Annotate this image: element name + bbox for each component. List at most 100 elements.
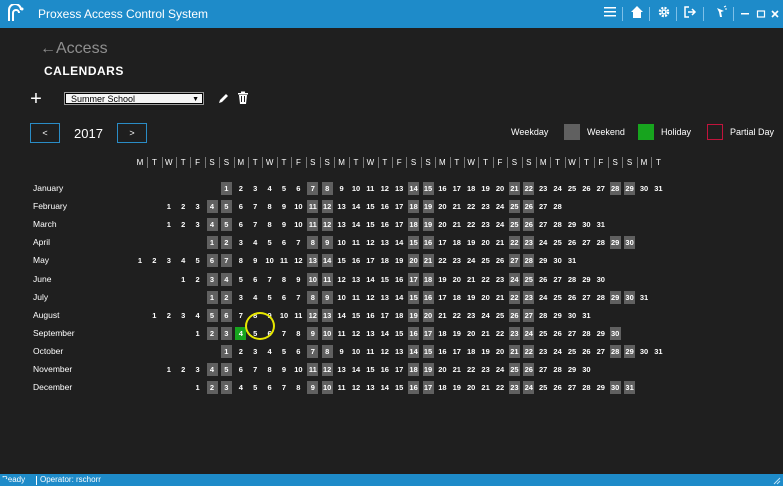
menu-icon[interactable] bbox=[601, 5, 619, 23]
day-cell[interactable]: 14 bbox=[408, 182, 420, 195]
day-cell[interactable]: 24 bbox=[495, 218, 506, 231]
day-cell[interactable]: 9 bbox=[336, 345, 347, 358]
day-cell[interactable]: 17 bbox=[394, 200, 405, 213]
day-cell[interactable]: 30 bbox=[552, 254, 563, 267]
day-cell[interactable]: 9 bbox=[279, 200, 290, 213]
day-cell[interactable]: 27 bbox=[538, 218, 549, 231]
day-cell[interactable]: 21 bbox=[508, 182, 520, 195]
day-cell[interactable]: 25 bbox=[538, 381, 549, 394]
day-cell[interactable]: 14 bbox=[379, 381, 390, 394]
day-cell[interactable]: 2 bbox=[206, 326, 218, 340]
day-cell[interactable]: 2 bbox=[206, 381, 218, 395]
day-cell[interactable]: 18 bbox=[437, 381, 448, 394]
day-cell[interactable]: 11 bbox=[279, 254, 290, 267]
day-cell[interactable]: 23 bbox=[523, 236, 535, 250]
day-cell[interactable]: 20 bbox=[437, 218, 448, 231]
day-cell[interactable]: 23 bbox=[495, 273, 506, 286]
day-cell[interactable]: 21 bbox=[466, 273, 477, 286]
day-cell[interactable]: 15 bbox=[394, 327, 405, 340]
day-cell[interactable]: 23 bbox=[480, 363, 491, 376]
day-cell[interactable]: 4 bbox=[235, 381, 246, 394]
day-cell[interactable]: 31 bbox=[624, 381, 636, 395]
day-cell[interactable]: 18 bbox=[466, 182, 477, 195]
day-cell[interactable]: 18 bbox=[408, 363, 420, 376]
day-cell[interactable]: 15 bbox=[365, 200, 376, 213]
day-cell[interactable]: 23 bbox=[508, 326, 520, 340]
day-cell[interactable]: 1 bbox=[192, 381, 203, 394]
day-cell[interactable]: 17 bbox=[451, 345, 462, 358]
day-cell[interactable]: 14 bbox=[408, 344, 420, 358]
day-cell[interactable]: 26 bbox=[567, 291, 578, 304]
day-cell[interactable]: 8 bbox=[321, 182, 333, 195]
day-cell[interactable]: 24 bbox=[466, 254, 477, 267]
day-cell[interactable]: 15 bbox=[365, 363, 376, 376]
day-cell[interactable]: 29 bbox=[538, 254, 549, 267]
day-cell[interactable]: 27 bbox=[581, 291, 592, 304]
day-cell[interactable]: 8 bbox=[235, 254, 246, 267]
day-cell[interactable]: 13 bbox=[336, 363, 347, 376]
day-cell[interactable]: 26 bbox=[581, 182, 592, 195]
day-cell[interactable]: 6 bbox=[206, 254, 218, 268]
day-cell[interactable]: 19 bbox=[480, 182, 491, 195]
day-cell[interactable]: 14 bbox=[379, 327, 390, 340]
day-cell[interactable]: 6 bbox=[220, 308, 232, 322]
day-cell[interactable]: 18 bbox=[451, 236, 462, 249]
day-cell[interactable]: 2 bbox=[163, 309, 174, 322]
day-cell[interactable]: 11 bbox=[351, 291, 362, 304]
next-year-button[interactable]: > bbox=[117, 123, 147, 143]
day-cell[interactable]: 8 bbox=[307, 290, 319, 304]
day-cell[interactable]: 29 bbox=[595, 327, 606, 340]
day-cell[interactable]: 10 bbox=[321, 326, 333, 340]
day-cell[interactable]: 11 bbox=[336, 381, 347, 394]
day-cell[interactable]: 12 bbox=[321, 200, 333, 214]
day-cell[interactable]: 12 bbox=[321, 218, 333, 232]
day-cell[interactable]: 8 bbox=[264, 218, 275, 231]
day-cell[interactable]: 8 bbox=[264, 363, 275, 376]
day-cell[interactable]: 11 bbox=[307, 363, 319, 376]
day-cell[interactable]: 25 bbox=[508, 363, 520, 376]
day-cell[interactable]: 16 bbox=[408, 326, 420, 340]
day-cell[interactable]: 25 bbox=[523, 272, 535, 286]
day-cell[interactable]: 9 bbox=[293, 273, 304, 286]
day-cell[interactable]: 9 bbox=[250, 254, 261, 267]
day-cell[interactable]: 12 bbox=[307, 308, 319, 322]
day-cell[interactable]: 5 bbox=[220, 200, 232, 214]
day-cell[interactable]: 26 bbox=[523, 218, 535, 232]
day-cell[interactable]: 23 bbox=[451, 254, 462, 267]
day-cell[interactable]: 10 bbox=[351, 182, 362, 195]
day-cell[interactable]: 13 bbox=[336, 218, 347, 231]
day-cell[interactable]: 4 bbox=[264, 345, 275, 358]
prev-year-button[interactable]: < bbox=[30, 123, 60, 143]
day-cell[interactable]: 1 bbox=[220, 182, 232, 195]
day-cell[interactable]: 1 bbox=[163, 363, 174, 376]
close-icon[interactable] bbox=[766, 5, 783, 23]
day-cell[interactable]: 23 bbox=[523, 290, 535, 304]
day-cell[interactable]: 7 bbox=[279, 327, 290, 340]
feedback-icon[interactable] bbox=[712, 5, 730, 23]
day-cell[interactable]: 3 bbox=[192, 200, 203, 213]
day-cell[interactable]: 31 bbox=[653, 182, 664, 195]
day-cell[interactable]: 19 bbox=[466, 236, 477, 249]
day-cell[interactable]: 22 bbox=[466, 200, 477, 213]
day-cell[interactable]: 25 bbox=[495, 309, 506, 322]
day-cell[interactable]: 22 bbox=[495, 327, 506, 340]
day-cell[interactable]: 29 bbox=[552, 309, 563, 322]
logout-icon[interactable] bbox=[681, 5, 699, 23]
day-cell[interactable]: 26 bbox=[552, 327, 563, 340]
day-cell[interactable]: 20 bbox=[437, 363, 448, 376]
day-cell[interactable]: 26 bbox=[538, 273, 549, 286]
day-cell[interactable]: 3 bbox=[192, 363, 203, 376]
day-cell[interactable]: 13 bbox=[321, 308, 333, 322]
day-cell[interactable]: 24 bbox=[538, 291, 549, 304]
day-cell[interactable]: 20 bbox=[495, 345, 506, 358]
day-cell[interactable]: 28 bbox=[552, 363, 563, 376]
day-cell[interactable]: 17 bbox=[379, 309, 390, 322]
day-cell[interactable]: 1 bbox=[206, 290, 218, 304]
day-cell[interactable]: 23 bbox=[466, 309, 477, 322]
day-cell[interactable]: 16 bbox=[394, 273, 405, 286]
day-cell[interactable]: 3 bbox=[220, 381, 232, 395]
day-cell[interactable]: 2 bbox=[220, 236, 232, 250]
day-cell[interactable]: 7 bbox=[293, 236, 304, 249]
day-cell[interactable]: 31 bbox=[581, 309, 592, 322]
day-cell[interactable]: 27 bbox=[567, 327, 578, 340]
